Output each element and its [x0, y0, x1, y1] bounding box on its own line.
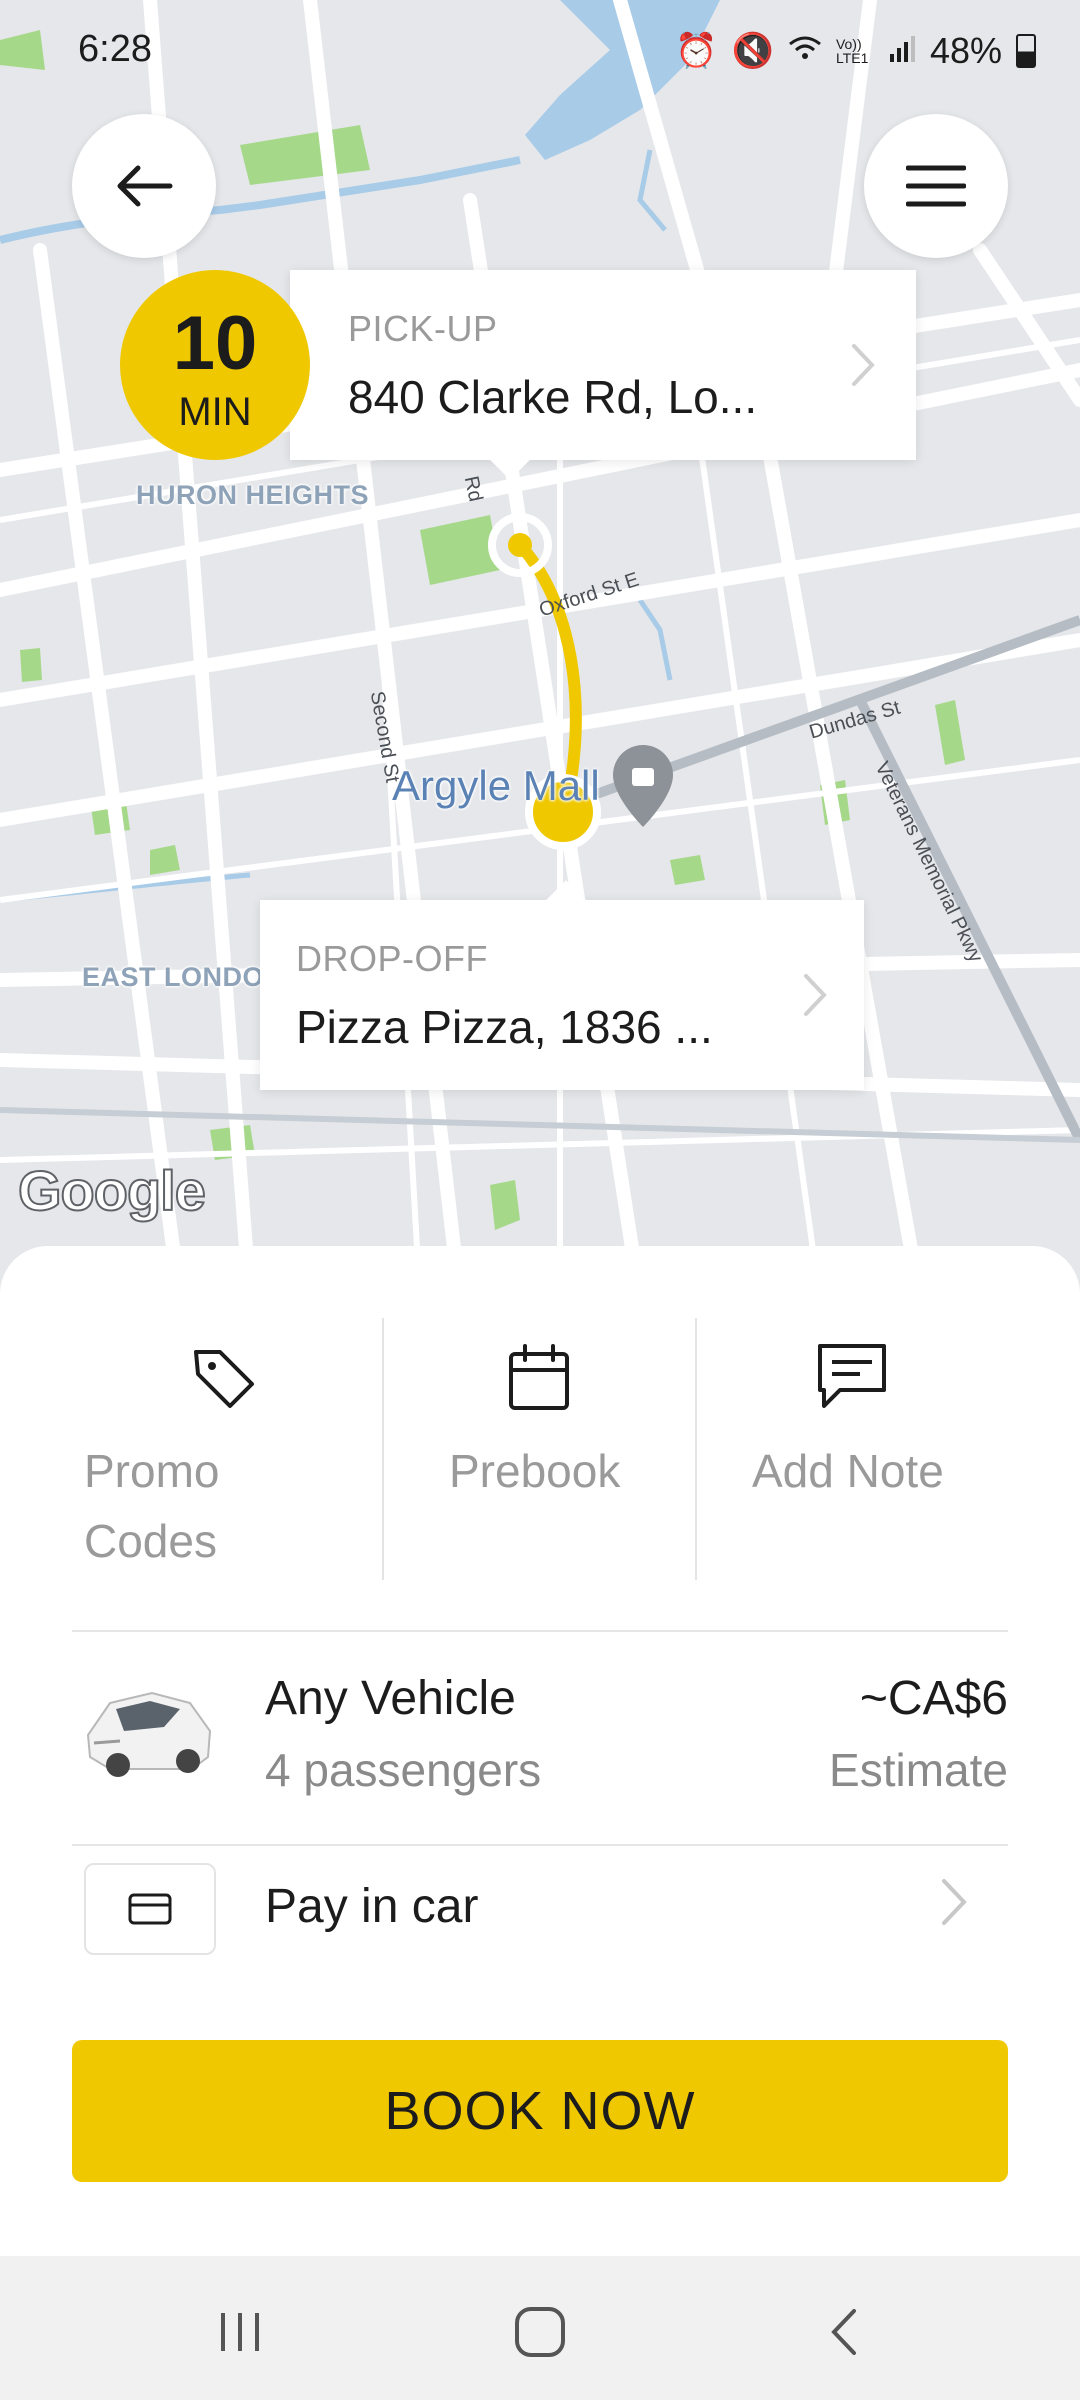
promo-label-line2: Codes	[84, 1515, 217, 1567]
eta-number: 10	[172, 300, 258, 386]
signal-icon	[889, 32, 916, 71]
eta-badge: 10 MIN	[120, 270, 310, 460]
payment-method-label: Pay in car	[265, 1880, 479, 1933]
volte-icon: Vo)) LTE1	[835, 36, 869, 66]
fare-estimate-price: ~CA$6	[859, 1672, 1008, 1725]
pickup-caption: PICK-UP	[348, 308, 498, 349]
pickup-card[interactable]: PICK-UP 840 Clarke Rd, Lo...	[290, 270, 916, 480]
promo-codes-button[interactable]: Promo Codes	[0, 1246, 383, 1586]
add-note-button[interactable]: Add Note	[696, 1246, 1080, 1586]
status-icons: ⏰ 🔇 Vo)) LTE1 48%	[675, 30, 1036, 72]
alarm-icon: ⏰	[675, 32, 718, 70]
recent-apps-button[interactable]	[200, 2292, 280, 2372]
message-note-icon	[818, 1344, 886, 1408]
chevron-right-icon	[804, 974, 827, 1016]
arrow-left-icon	[117, 165, 173, 207]
status-time: 6:28	[78, 28, 152, 70]
prebook-label: Prebook	[449, 1445, 621, 1497]
vehicle-selector[interactable]: Any Vehicle 4 passengers ~CA$6 Estimate	[0, 1631, 1080, 1831]
battery-icon	[1016, 34, 1036, 68]
promo-label-line1: Promo	[84, 1445, 220, 1497]
tag-icon	[194, 1350, 254, 1408]
payment-card-box	[84, 1863, 216, 1955]
vehicle-name: Any Vehicle	[265, 1672, 516, 1725]
dropoff-address: Pizza Pizza, 1836 ...	[296, 1001, 713, 1053]
fare-estimate-label: Estimate	[829, 1744, 1008, 1796]
pickup-address: 840 Clarke Rd, Lo...	[348, 371, 758, 423]
google-attribution-logo: Google	[17, 1158, 207, 1223]
eta-unit: MIN	[178, 389, 252, 434]
calendar-icon	[509, 1344, 569, 1410]
book-now-button[interactable]: BOOK NOW	[72, 2040, 1008, 2182]
home-icon	[515, 2307, 565, 2357]
car-icon	[86, 1691, 212, 1777]
credit-card-icon	[128, 1893, 172, 1925]
system-back-button[interactable]	[804, 2292, 884, 2372]
home-button[interactable]	[500, 2292, 580, 2372]
booking-sheet: Promo Codes Prebook Add Note Any Vehicle…	[0, 1246, 1080, 2256]
street-label: Rd	[459, 474, 487, 504]
battery-percent: 48%	[929, 30, 1002, 71]
payment-method-selector[interactable]: Pay in car	[0, 1841, 1080, 1991]
menu-button[interactable]	[864, 114, 1008, 258]
dropoff-caption: DROP-OFF	[296, 938, 488, 979]
dropoff-card[interactable]: DROP-OFF Pizza Pizza, 1836 ...	[260, 880, 864, 1090]
chevron-right-icon	[942, 1879, 967, 1925]
chevron-left-icon	[831, 2309, 856, 2355]
mute-icon: 🔇	[731, 32, 774, 70]
recents-icon	[221, 2313, 259, 2351]
map-area-label: EAST LONDO	[82, 962, 265, 992]
system-navigation-bar	[0, 2256, 1080, 2400]
chevron-right-icon	[852, 344, 875, 386]
status-bar: 6:28 ⏰ 🔇 Vo)) LTE1 48%	[0, 0, 1080, 100]
hamburger-menu-icon	[906, 165, 966, 207]
map-area-label: HURON HEIGHTS	[136, 480, 370, 510]
prebook-button[interactable]: Prebook	[383, 1246, 696, 1586]
vehicle-capacity: 4 passengers	[265, 1744, 542, 1796]
wifi-icon	[788, 32, 822, 71]
back-button[interactable]	[72, 114, 216, 258]
poi-label-argyle-mall[interactable]: Argyle Mall	[392, 762, 600, 810]
add-note-label: Add Note	[752, 1445, 944, 1497]
